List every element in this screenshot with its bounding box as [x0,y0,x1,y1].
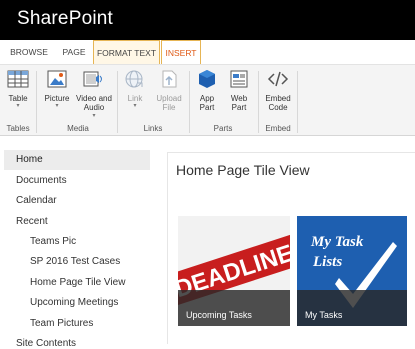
tile-label-my-tasks: My Tasks [297,290,407,326]
upload-label-1: Upload [156,93,182,103]
web-part-label-1: Web [230,93,248,103]
nav-item-sp-2016-test-cases[interactable]: SP 2016 Test Cases [30,256,120,267]
page-title: Home Page Tile View [176,162,310,178]
tab-browse[interactable]: BROWSE [6,40,52,64]
group-label-links: Links [143,124,163,133]
embed-label-2: Code [268,103,288,112]
chevron-down-icon: ▾ [55,103,59,109]
table-icon [7,70,29,88]
nav-item-calendar[interactable]: Calendar [16,195,57,206]
group-label-tables: Tables [6,124,30,133]
group-label-media: Media [67,124,89,133]
upload-icon [162,70,177,88]
web-part-icon [230,70,248,88]
picture-button[interactable]: Picture ▾ [42,69,72,110]
separator [36,71,37,133]
nav-item-home-page-tile-view[interactable]: Home Page Tile View [30,277,125,288]
table-label: Table [8,93,28,103]
video-audio-icon [83,71,102,87]
group-label-parts: Parts [213,124,233,133]
web-part-label-2: Part [231,103,247,112]
nav-item-recent[interactable]: Recent [16,216,48,227]
link-icon [125,70,143,88]
picture-label: Picture [44,93,70,103]
link-label: Link [127,93,143,103]
nav-item-teams-pic[interactable]: Teams Pic [30,236,76,247]
group-label-embed: Embed [265,124,291,133]
tile-label-upcoming-tasks: Upcoming Tasks [178,290,290,326]
content-border-left [167,152,168,344]
chevron-down-icon: ▾ [133,103,137,109]
lists-text: Lists [312,254,342,270]
embed-code-button[interactable]: Embed Code [262,69,294,113]
my-task-text: My Task [310,234,364,250]
web-part-button[interactable]: Web Part [225,69,253,113]
video-label-2: Audio [83,103,105,112]
app-title[interactable]: SharePoint [17,8,113,30]
suite-bar: SharePoint [0,0,415,40]
video-label-1: Video and [76,93,112,103]
chevron-down-icon: ▾ [16,103,20,109]
nav-item-upcoming-meetings[interactable]: Upcoming Meetings [30,297,118,308]
table-button[interactable]: Table ▾ [4,69,32,110]
picture-icon [47,70,67,88]
upload-file-button[interactable]: Upload File [153,69,185,113]
app-part-button[interactable]: App Part [193,69,221,113]
tab-insert[interactable]: INSERT [161,40,201,64]
tab-format-text[interactable]: FORMAT TEXT [93,40,160,64]
nav-item-home[interactable]: Home [16,154,43,165]
tab-page[interactable]: PAGE [56,40,92,64]
nav-item-team-pictures[interactable]: Team Pictures [30,318,93,329]
separator [258,71,259,133]
embed-label-1: Embed [265,93,291,103]
link-button[interactable]: Link ▾ [121,69,149,110]
app-part-icon [199,70,215,88]
app-part-label-1: App [199,93,215,103]
upload-label-2: File [162,103,176,112]
separator [297,71,298,133]
app-part-label-2: Part [199,103,215,112]
tile-my-tasks[interactable]: My Task Lists My Tasks [297,216,407,326]
ribbon-tabs: BROWSE PAGE FORMAT TEXT INSERT [0,40,415,64]
video-audio-button[interactable]: Video and Audio ▾ [74,69,114,120]
chevron-down-icon: ▾ [92,112,96,119]
tile-upcoming-tasks[interactable]: DEADLINE Upcoming Tasks [178,216,290,326]
content-border-top [167,152,415,153]
nav-item-documents[interactable]: Documents [16,175,67,186]
ribbon: Table ▾ Picture ▾ Video and Audio ▾ Link… [0,64,415,136]
embed-code-icon [267,71,289,87]
